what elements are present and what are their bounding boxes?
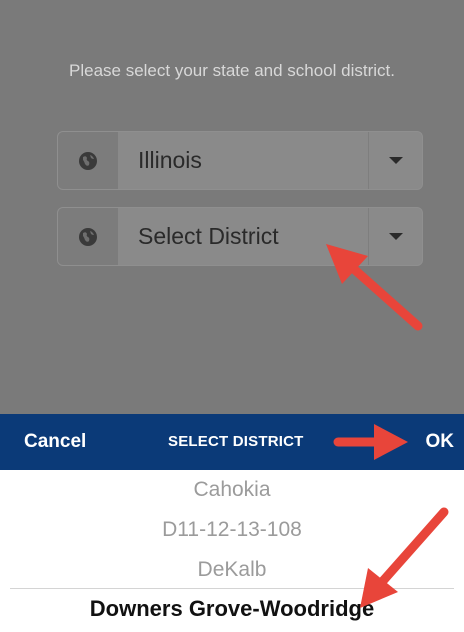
globe-icon bbox=[58, 208, 118, 265]
picker-item-selected[interactable]: Downers Grove-Woodridge bbox=[0, 596, 464, 622]
district-selection-screen: Please select your state and school dist… bbox=[0, 0, 464, 632]
picker-item[interactable]: D11-12-13-108 bbox=[0, 518, 464, 542]
picker-title: SELECT DISTRICT bbox=[168, 433, 304, 450]
district-select-value: Select District bbox=[138, 223, 279, 249]
picker-toolbar: Cancel SELECT DISTRICT OK bbox=[0, 414, 464, 470]
dimmed-overlay: Please select your state and school dist… bbox=[0, 0, 464, 414]
chevron-down-icon[interactable] bbox=[368, 132, 422, 189]
district-select[interactable]: Select District bbox=[57, 207, 423, 266]
picker-item[interactable]: Cahokia bbox=[0, 478, 464, 502]
picker-item[interactable]: DeKalb bbox=[0, 558, 464, 582]
ok-button[interactable]: OK bbox=[426, 414, 455, 470]
state-select-value: Illinois bbox=[138, 147, 202, 173]
selection-divider bbox=[10, 588, 454, 589]
cancel-button[interactable]: Cancel bbox=[24, 414, 86, 470]
state-select[interactable]: Illinois bbox=[57, 131, 423, 190]
chevron-down-icon[interactable] bbox=[368, 208, 422, 265]
instruction-text: Please select your state and school dist… bbox=[69, 61, 395, 80]
district-picker-wheel[interactable]: Cahokia D11-12-13-108 DeKalb Downers Gro… bbox=[0, 470, 464, 632]
globe-icon bbox=[58, 132, 118, 189]
